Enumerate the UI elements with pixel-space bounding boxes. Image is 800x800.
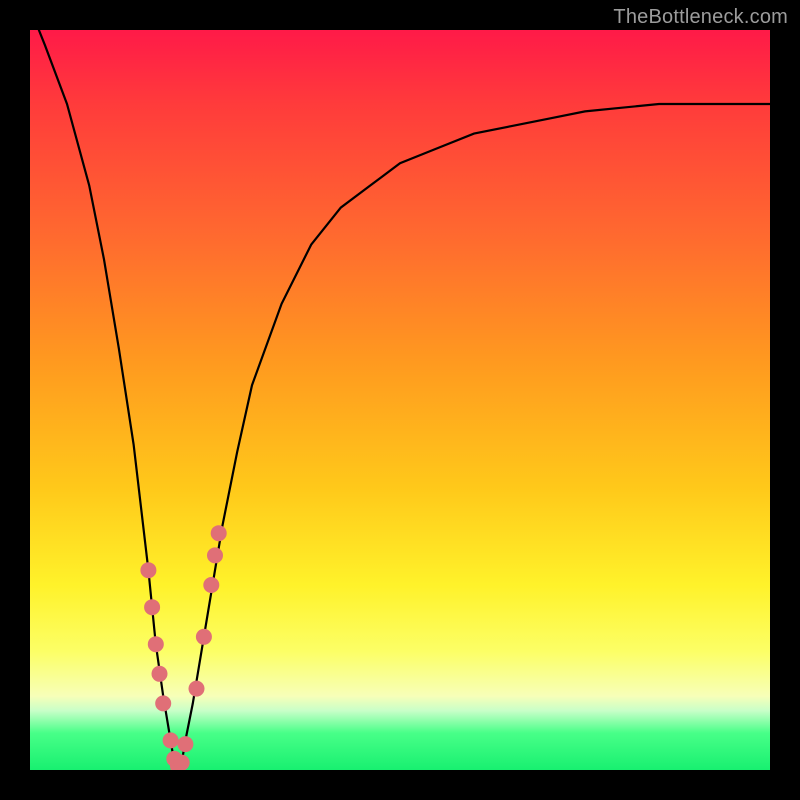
chart-frame: TheBottleneck.com bbox=[0, 0, 800, 800]
marker-dot bbox=[189, 681, 205, 697]
watermark-text: TheBottleneck.com bbox=[613, 6, 788, 29]
marker-dot bbox=[140, 562, 156, 578]
marker-dot bbox=[163, 732, 179, 748]
marker-dot bbox=[155, 695, 171, 711]
marker-dot bbox=[148, 636, 164, 652]
marker-dot bbox=[177, 736, 193, 752]
chart-svg bbox=[30, 30, 770, 770]
marker-dot bbox=[174, 755, 190, 770]
marker-dot bbox=[207, 547, 223, 563]
marker-group bbox=[140, 525, 226, 770]
plot-area bbox=[30, 30, 770, 770]
marker-dot bbox=[203, 577, 219, 593]
marker-dot bbox=[152, 666, 168, 682]
marker-dot bbox=[144, 599, 160, 615]
bottleneck-curve bbox=[30, 30, 770, 770]
marker-dot bbox=[211, 525, 227, 541]
marker-dot bbox=[196, 629, 212, 645]
